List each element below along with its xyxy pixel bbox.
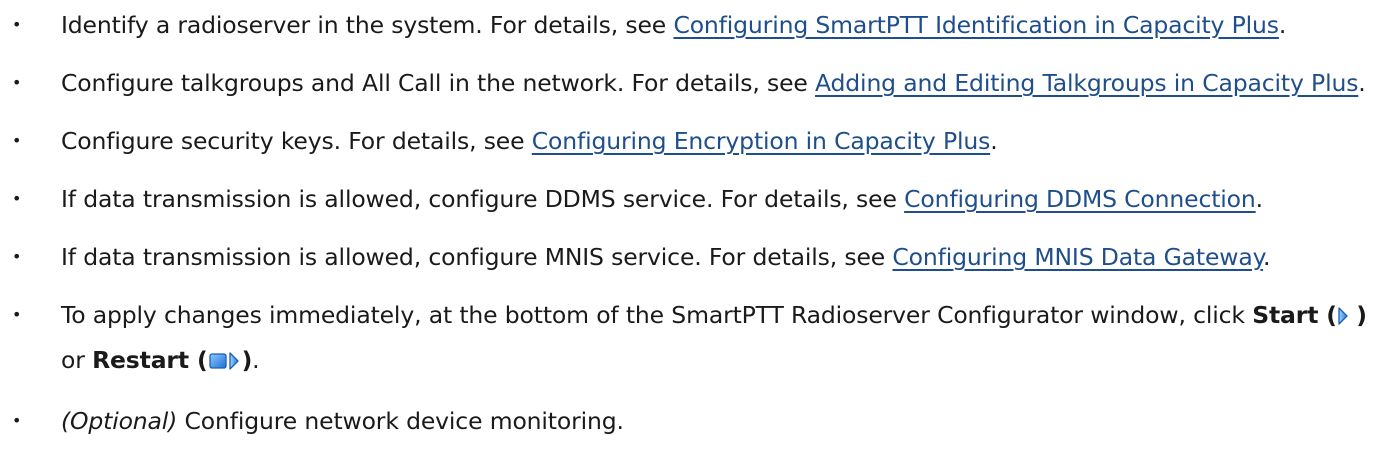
link-encryption[interactable]: Configuring Encryption in Capacity Plus	[532, 127, 991, 155]
restart-square-play-icon	[208, 342, 242, 384]
item-text: Configure network device monitoring.	[177, 407, 624, 435]
bullet: •	[12, 411, 22, 430]
bullet: •	[12, 15, 22, 34]
list-item: • Configure security keys. For details, …	[0, 120, 1388, 162]
item-end: .	[252, 346, 260, 374]
play-triangle-icon	[1337, 297, 1349, 339]
item-end: .	[1263, 243, 1271, 271]
item-end: .	[1358, 69, 1366, 97]
bullet: •	[12, 73, 22, 92]
list-item: • If data transmission is allowed, confi…	[0, 178, 1388, 220]
restart-label: Restart (	[92, 346, 208, 374]
item-text: If data transmission is allowed, configu…	[61, 243, 893, 271]
start-close: )	[1356, 301, 1367, 329]
link-mnis-gateway[interactable]: Configuring MNIS Data Gateway	[892, 243, 1263, 271]
link-talkgroups[interactable]: Adding and Editing Talkgroups in Capacit…	[815, 69, 1358, 97]
start-label: Start (	[1252, 301, 1337, 329]
or-text: or	[61, 346, 93, 374]
list-item: • Configure talkgroups and All Call in t…	[0, 62, 1388, 104]
item-text: Identify a radioserver in the system. Fo…	[61, 11, 674, 39]
bullet: •	[12, 305, 22, 324]
bullet: •	[12, 247, 22, 266]
item-end: .	[990, 127, 998, 155]
list-item: • (Optional) Configure network device mo…	[0, 400, 1388, 442]
item-text: If data transmission is allowed, configu…	[61, 185, 905, 213]
bullet: •	[12, 131, 22, 150]
list-item: • Identify a radioserver in the system. …	[0, 4, 1388, 46]
restart-close: )	[241, 346, 253, 374]
item-text: To apply changes immediately, at the bot…	[61, 301, 1253, 329]
item-end: .	[1278, 11, 1287, 39]
bullet: •	[12, 189, 22, 208]
list-item: • If data transmission is allowed, confi…	[0, 236, 1388, 278]
item-text: Configure security keys. For details, se…	[61, 127, 532, 155]
link-smartptt-identification[interactable]: Configuring SmartPTT Identification in C…	[673, 11, 1279, 39]
optional-label: (Optional)	[61, 407, 178, 435]
item-end: .	[1255, 185, 1263, 213]
link-ddms-connection[interactable]: Configuring DDMS Connection	[904, 185, 1256, 213]
item-text: Configure talkgroups and All Call in the…	[61, 69, 816, 97]
prerequisite-steps-list: • Identify a radioserver in the system. …	[0, 4, 1388, 442]
list-item: • To apply changes immediately, at the b…	[0, 294, 1388, 384]
